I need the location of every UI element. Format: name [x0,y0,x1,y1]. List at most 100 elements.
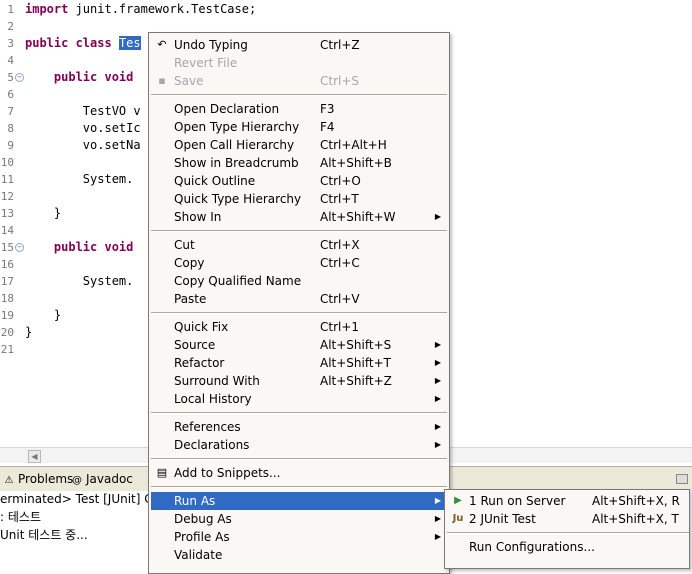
menu-item-label: Profile As [174,530,230,544]
submenu-arrow-icon: ▶ [434,212,441,221]
menu-item-label: Quick Outline [174,174,256,188]
menu-item-label: Save [174,74,204,88]
line-number: 4 [7,54,14,67]
menu-item-label: 1 Run on Server [469,494,566,508]
line-number: 3 [7,37,14,50]
submenu-arrow-icon: ▶ [434,376,441,385]
menu-item-profile-as[interactable]: Profile As ▶ [151,528,447,546]
menu-item-paste[interactable]: Paste Ctrl+V [151,290,447,308]
code-body: vo.setNa [82,138,141,152]
junit-icon: Ju [452,513,464,524]
menu-item-label: Local History [174,392,252,406]
line-number: 5 [7,71,14,84]
line-number: 8 [7,122,14,135]
line-number: 7 [7,105,14,118]
save-icon: ▪ [158,74,166,87]
menu-item-add-to-snippets[interactable]: ▤ Add to Snippets... [151,464,447,482]
line-number: 6 [7,88,14,101]
menu-item-open-call-hierarchy[interactable]: Open Call Hierarchy Ctrl+Alt+H [151,136,447,154]
line-number: 15 [0,241,14,254]
menu-item-cut[interactable]: Cut Ctrl+X [151,236,447,254]
tab-problems[interactable]: ⚠ Problems [4,470,74,488]
menu-item-open-type-hierarchy[interactable]: Open Type Hierarchy F4 [151,118,447,136]
menu-item-label: Cut [174,238,195,252]
menu-item-show-in[interactable]: Show In Alt+Shift+W ▶ [151,208,447,226]
menu-item-shortcut: Alt+Shift+S [320,338,392,352]
selected-text[interactable]: Tes [118,36,141,50]
menu-item-open-declaration[interactable]: Open Declaration F3 [151,100,447,118]
javadoc-icon: @ [72,475,82,486]
menu-item-run-as[interactable]: Run As ▶ [151,492,447,510]
menu-item-run-configurations[interactable]: Run Configurations... [447,538,687,556]
menu-item-references[interactable]: References ▶ [151,418,447,436]
menu-item-shortcut: Ctrl+O [320,174,361,188]
code-text: public void [25,69,133,86]
menu-item-save: ▪ Save Ctrl+S [151,72,447,90]
menu-item-shortcut: Ctrl+X [320,238,360,252]
submenu-arrow-icon: ▶ [434,496,441,505]
menu-item-2-junit-test[interactable]: Ju 2 JUnit Test Alt+Shift+X, T [447,510,687,528]
line-number: 2 [7,20,14,33]
menu-item-surround-with[interactable]: Surround With Alt+Shift+Z ▶ [151,372,447,390]
tab-label: Javadoc [86,472,133,486]
context-menu: ↶ Undo Typing Ctrl+Z Revert File ▪ Save Ctrl+S… [148,32,450,574]
code-text: } [25,307,61,324]
code-keyword: public void [53,240,134,254]
menu-separator [151,486,447,488]
fold-toggle-icon[interactable]: − [15,243,24,252]
code-line[interactable]: 1 import junit.framework.TestCase; [0,1,692,18]
line-number: 11 [0,173,14,186]
code-text: TestVO v [25,103,141,120]
menu-item-label: Undo Typing [174,38,248,52]
submenu-arrow-icon: ▶ [434,532,441,541]
scroll-left-arrow-icon[interactable]: ◀ [28,450,41,463]
menu-item-shortcut: Ctrl+Z [320,38,360,52]
menu-item-label: Declarations [174,438,250,452]
submenu-arrow-icon: ▶ [434,394,441,403]
minimize-panel-icon[interactable] [676,474,688,484]
code-text: public void [25,239,133,256]
menu-item-show-in-breadcrumb[interactable]: Show in Breadcrumb Alt+Shift+B [151,154,447,172]
line-number: 12 [0,190,14,203]
code-keyword: import [25,2,69,16]
menu-item-validate[interactable]: Validate [151,546,447,564]
menu-item-source[interactable]: Source Alt+Shift+S ▶ [151,336,447,354]
menu-item-label: 2 JUnit Test [469,512,536,526]
menu-item-shortcut: Alt+Shift+X, R [592,494,680,508]
menu-item-label: Run As [174,494,216,508]
code-text: vo.setNa [25,137,141,154]
menu-item-refactor[interactable]: Refactor Alt+Shift+T ▶ [151,354,447,372]
code-text: vo.setIc [25,120,141,137]
code-body: TestVO v [82,104,141,118]
menu-item-local-history[interactable]: Local History ▶ [151,390,447,408]
line-number: 16 [0,258,14,271]
menu-item-debug-as[interactable]: Debug As ▶ [151,510,447,528]
code-body: System. [82,274,134,288]
menu-separator [151,230,447,232]
tab-javadoc[interactable]: @ Javadoc [72,470,133,488]
line-number: 1 [7,3,14,16]
run-on-server-icon: ▶ [454,495,462,506]
menu-item-1-run-on-server[interactable]: ▶ 1 Run on Server Alt+Shift+X, R [447,492,687,510]
fold-toggle-icon[interactable]: − [15,73,24,82]
menu-item-copy[interactable]: Copy Ctrl+C [151,254,447,272]
menu-item-declarations[interactable]: Declarations ▶ [151,436,447,454]
menu-item-shortcut: F3 [320,102,335,116]
menu-item-undo-typing[interactable]: ↶ Undo Typing Ctrl+Z [151,36,447,54]
menu-item-label: References [174,420,241,434]
menu-item-quick-type-hierarchy[interactable]: Quick Type Hierarchy Ctrl+T [151,190,447,208]
menu-item-quick-outline[interactable]: Quick Outline Ctrl+O [151,172,447,190]
menu-item-copy-qualified-name[interactable]: Copy Qualified Name [151,272,447,290]
menu-item-label: Source [174,338,216,352]
menu-item-quick-fix[interactable]: Quick Fix Ctrl+1 [151,318,447,336]
undo-icon: ↶ [157,38,167,51]
menu-item-shortcut: Ctrl+V [320,292,360,306]
menu-item-shortcut: F4 [320,120,335,134]
menu-item-label: Surround With [174,374,260,388]
menu-item-label: Refactor [174,356,225,370]
submenu-arrow-icon: ▶ [434,514,441,523]
